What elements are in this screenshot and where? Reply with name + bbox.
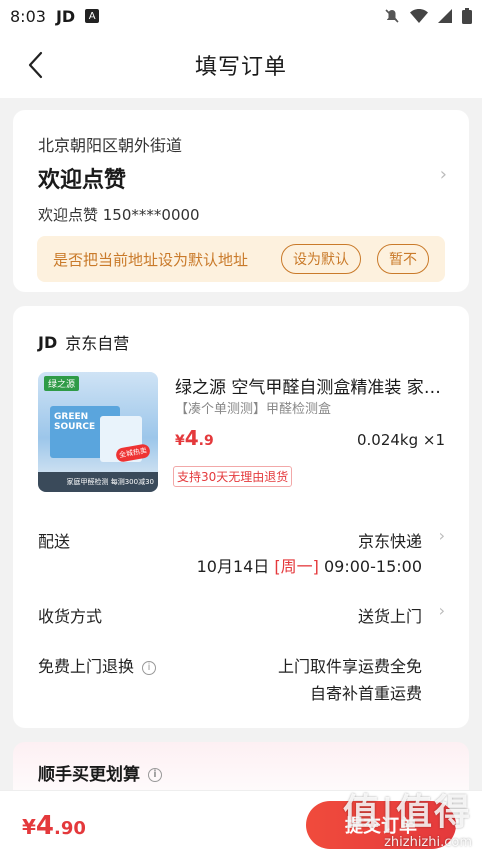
- product-spec: 【凑个单测测】甲醛检测盒: [175, 402, 332, 417]
- product-price: ¥4.9: [175, 426, 214, 450]
- not-now-button[interactable]: 暂不: [377, 244, 429, 274]
- return-policy-tag: 支持30天无理由退货: [173, 466, 293, 487]
- chevron-left-icon: [28, 51, 43, 79]
- store-row: JD 京东自营: [38, 330, 129, 354]
- address-region: 北京朝阳区朝外街道: [38, 136, 183, 155]
- info-icon[interactable]: i: [142, 660, 157, 675]
- default-address-prompt: 是否把当前地址设为默认地址: [53, 250, 249, 269]
- battery-icon: [462, 8, 472, 24]
- address-card[interactable]: 北京朝阳区朝外街道 欢迎点赞 欢迎点赞 150****0000 › 是否把当前地…: [13, 110, 469, 292]
- bottom-bar: ¥4.90 提交订单 值|值得 zhizhizhi.com: [0, 790, 482, 856]
- mute-icon: [384, 8, 400, 24]
- product-box-text: GREEN SOURCE: [54, 412, 96, 432]
- site-watermark: 值|值得 zhizhizhi.com: [342, 792, 472, 850]
- store-name: 京东自营: [65, 334, 130, 353]
- product-brand-tag: 绿之源: [44, 376, 80, 391]
- wifi-icon: [410, 9, 428, 23]
- promo-title: 顺手买更划算 i: [38, 760, 162, 785]
- jd-logo-icon: JD: [38, 332, 58, 352]
- info-icon[interactable]: i: [148, 768, 162, 782]
- order-card: JD 京东自营 绿之源 GREEN SOURCE 全城热卖 家庭甲醛检测 每测3…: [13, 306, 469, 728]
- return-service-line1: 上门取件享运费全免: [277, 657, 422, 676]
- chevron-right-icon[interactable]: ›: [439, 601, 445, 620]
- return-service-line2: 自寄补首重运费: [309, 684, 422, 703]
- address-contact: 欢迎点赞 150****0000: [38, 206, 200, 224]
- page-title: 填写订单: [194, 55, 287, 80]
- product-title[interactable]: 绿之源 空气甲醛自测盒精准装 家居甲醛检测: [175, 373, 447, 398]
- status-time: 8:03: [10, 6, 46, 26]
- delivery-label: 配送: [38, 532, 71, 551]
- product-image[interactable]: 绿之源 GREEN SOURCE 全城热卖 家庭甲醛检测 每测300减30: [38, 372, 158, 492]
- delivery-time[interactable]: 10月14日 [周一] 09:00-15:00: [197, 553, 422, 577]
- default-address-banner: 是否把当前地址设为默认地址 设为默认 暂不: [37, 236, 445, 282]
- total-price: ¥4.90: [22, 811, 86, 841]
- product-image-footer: 家庭甲醛检测 每测300减30: [38, 472, 158, 492]
- a-icon: A: [85, 9, 100, 23]
- set-default-button[interactable]: 设为默认: [281, 244, 361, 274]
- product-quantity: 0.024kg ×1: [356, 431, 445, 449]
- return-service-label: 免费上门退换 i: [38, 653, 157, 677]
- delivery-carrier[interactable]: 京东快递: [358, 528, 422, 552]
- chevron-right-icon[interactable]: ›: [439, 526, 445, 545]
- jd-app-icon: JD: [55, 6, 76, 26]
- back-button[interactable]: [20, 50, 50, 80]
- header: 填写订单: [0, 32, 482, 98]
- signal-icon: [438, 9, 452, 23]
- status-bar: 8:03 JD A: [0, 0, 482, 32]
- receive-method-value[interactable]: 送货上门: [358, 603, 422, 627]
- chevron-right-icon[interactable]: ›: [440, 164, 447, 185]
- receive-method-label: 收货方式: [38, 607, 103, 626]
- address-name: 欢迎点赞: [38, 168, 127, 193]
